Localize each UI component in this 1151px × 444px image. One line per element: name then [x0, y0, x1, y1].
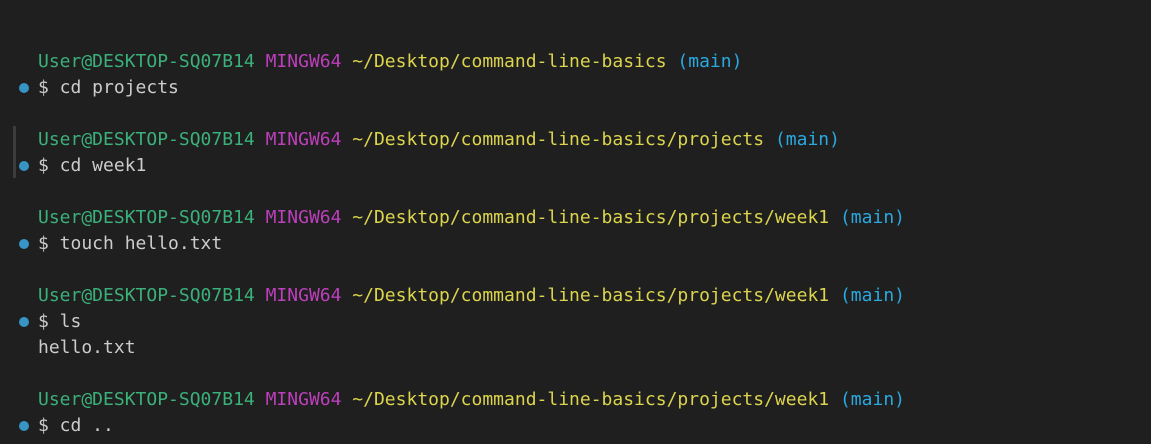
command-decoration-icon[interactable] [19, 83, 29, 93]
prompt-path: ~/Desktop/command-line-basics [352, 51, 667, 72]
prompt-line: User@DESKTOP-SQ07B14 MINGW64 ~/Desktop/c… [38, 387, 905, 413]
prompt-branch: (main) [839, 389, 905, 410]
command-decoration-icon[interactable] [19, 317, 29, 327]
prompt-path: ~/Desktop/command-line-basics/projects/w… [352, 207, 830, 228]
prompt-branch: (main) [677, 51, 743, 72]
scroll-indicator [13, 126, 16, 178]
prompt-host: MINGW64 [265, 389, 342, 410]
prompt-branch: (main) [839, 285, 905, 306]
command-line: $ cd .. [38, 415, 114, 436]
prompt-path: ~/Desktop/command-line-basics/projects/w… [352, 389, 830, 410]
prompt-host: MINGW64 [265, 51, 342, 72]
command-line: $ cd week1 [38, 155, 147, 176]
prompt-host: MINGW64 [265, 207, 342, 228]
command-line: $ ls [38, 311, 82, 332]
command-output: hello.txt [38, 337, 136, 358]
terminal-panel[interactable]: User@DESKTOP-SQ07B14 MINGW64 ~/Desktop/c… [0, 0, 1151, 444]
prompt-path: ~/Desktop/command-line-basics/projects/w… [352, 285, 830, 306]
prompt-user: User@DESKTOP-SQ07B14 [38, 285, 255, 306]
prompt-line: User@DESKTOP-SQ07B14 MINGW64 ~/Desktop/c… [38, 127, 840, 153]
prompt-branch: (main) [839, 207, 905, 228]
command-decoration-icon[interactable] [19, 421, 29, 431]
prompt-line: User@DESKTOP-SQ07B14 MINGW64 ~/Desktop/c… [38, 283, 905, 309]
prompt-host: MINGW64 [265, 129, 342, 150]
prompt-user: User@DESKTOP-SQ07B14 [38, 51, 255, 72]
prompt-line: User@DESKTOP-SQ07B14 MINGW64 ~/Desktop/c… [38, 205, 905, 231]
command-line: $ cd projects [38, 77, 179, 98]
prompt-user: User@DESKTOP-SQ07B14 [38, 389, 255, 410]
prompt-branch: (main) [774, 129, 840, 150]
prompt-path: ~/Desktop/command-line-basics/projects [352, 129, 765, 150]
prompt-user: User@DESKTOP-SQ07B14 [38, 207, 255, 228]
prompt-user: User@DESKTOP-SQ07B14 [38, 129, 255, 150]
prompt-line: User@DESKTOP-SQ07B14 MINGW64 ~/Desktop/c… [38, 49, 742, 75]
command-line: $ touch hello.txt [38, 233, 223, 254]
command-decoration-icon[interactable] [19, 239, 29, 249]
command-decoration-icon[interactable] [19, 161, 29, 171]
prompt-host: MINGW64 [265, 285, 342, 306]
